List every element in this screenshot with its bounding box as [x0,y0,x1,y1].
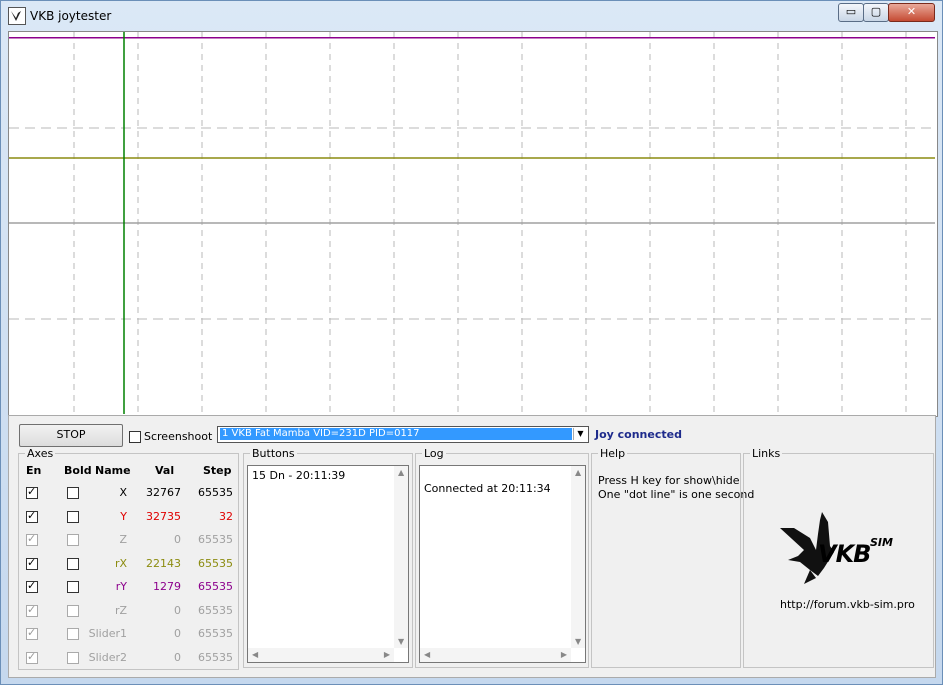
axis-step: 65535 [198,486,233,499]
axis-value: 0 [174,650,181,664]
axis-name: Z [119,533,127,546]
axis-bold-checkbox[interactable] [67,557,79,570]
axis-name: rX [114,556,127,570]
connection-status: Joy connected [595,428,682,441]
scroll-right-icon[interactable]: ▶ [561,650,567,659]
axis-bold-checkbox[interactable] [67,534,79,546]
device-select[interactable]: 1 VKB Fat Mamba VID=231D PID=0117 ▼ [217,426,589,443]
axis-enable-checkbox[interactable] [26,485,38,499]
axes-header-name: Name [95,464,131,477]
axis-enable-checkbox[interactable] [26,556,38,570]
axis-enable-checkbox[interactable] [26,650,38,664]
buttons-listbox[interactable]: 15 Dn - 20:11:39 ▲ ▼ ◀ ▶ [247,465,409,663]
scroll-left-icon[interactable]: ◀ [424,650,430,659]
axis-name: Y [120,509,127,523]
client-area: STOP Screenshoot 1 VKB Fat Mamba VID=231… [8,31,938,678]
log-vertical-scrollbar[interactable]: ▲ ▼ [571,466,585,648]
axis-bold-checkbox[interactable] [67,510,79,523]
vkb-sim-logo[interactable]: VKB SIM [774,512,904,590]
minimize-icon: ▭ [845,5,857,18]
log-group-title: Log [422,447,446,460]
scroll-right-icon[interactable]: ▶ [384,650,390,659]
axis-name: rY [115,580,127,593]
axis-step: 65535 [198,556,233,570]
close-button[interactable]: ✕ [888,3,935,22]
axis-step: 65535 [198,603,233,617]
log-horizontal-scrollbar[interactable]: ◀ ▶ [420,648,571,662]
app-window: VKB joytester ▭ ▢ ✕ STOP Screenshoot 1 V… [0,0,943,685]
buttons-list-item: 15 Dn - 20:11:39 [252,469,346,482]
minimize-button[interactable]: ▭ [838,3,864,22]
stop-button[interactable]: STOP [19,424,123,447]
axis-bold-checkbox[interactable] [67,651,79,664]
logo-sim-text: SIM [870,536,893,549]
axis-enable-checkbox[interactable] [26,626,38,640]
scroll-up-icon[interactable]: ▲ [398,468,404,477]
control-panel: STOP Screenshoot 1 VKB Fat Mamba VID=231… [8,415,936,678]
axis-value: 32735 [146,509,181,523]
axis-value: 22143 [146,556,181,570]
device-selected-value: 1 VKB Fat Mamba VID=231D PID=0117 [220,428,572,440]
axis-name: rZ [114,603,127,617]
log-list-item: Connected at 20:11:34 [424,482,551,495]
links-group: Links VKB SIM http://forum.vkb-sim.pro [743,447,934,668]
help-line-1: Press H key for show\hide [598,474,740,487]
buttons-group-title: Buttons [250,447,297,460]
app-logo-icon [8,7,26,25]
log-group: Log Connected at 20:11:34 ▲ ▼ ◀ ▶ [415,447,589,668]
axes-header-val: Val [155,464,175,477]
buttons-vertical-scrollbar[interactable]: ▲ ▼ [394,466,408,648]
maximize-button[interactable]: ▢ [863,3,889,22]
axis-name: Slider2 [88,650,127,664]
axes-header-bold: Bold [64,464,92,477]
axes-header-step: Step [203,464,232,477]
axis-name: Slider1 [88,627,127,640]
axes-group-title: Axes [25,447,56,460]
buttons-group: Buttons 15 Dn - 20:11:39 ▲ ▼ ◀ ▶ [243,447,413,668]
axes-header-en: En [26,464,42,477]
logo-vkb-text: VKB [818,540,871,568]
screenshoot-label: Screenshoot [144,430,213,443]
axis-step: 65535 [198,580,233,593]
axes-group: Axes En Bold Name Val Step X 32767 65535 Y 3… [18,447,239,670]
axis-value: 32767 [146,486,181,499]
axis-value: 0 [174,627,181,640]
links-group-title: Links [750,447,783,460]
scroll-down-icon[interactable]: ▼ [575,637,581,646]
axis-bold-checkbox[interactable] [67,581,79,593]
title-bar[interactable]: VKB joytester ▭ ▢ ✕ [1,1,942,31]
buttons-horizontal-scrollbar[interactable]: ◀ ▶ [248,648,394,662]
axis-bold-checkbox[interactable] [67,628,79,640]
axis-name: X [119,486,127,499]
axis-enable-checkbox[interactable] [26,532,38,546]
axis-bold-checkbox[interactable] [67,487,79,499]
graph-canvas [9,32,935,414]
maximize-icon: ▢ [870,5,882,18]
help-line-2: One "dot line" is one second [598,488,755,501]
scroll-up-icon[interactable]: ▲ [575,468,581,477]
axis-value: 0 [174,603,181,617]
axis-value: 0 [174,533,181,546]
forum-link[interactable]: http://forum.vkb-sim.pro [780,598,915,611]
axis-step: 65535 [198,627,233,640]
log-listbox[interactable]: Connected at 20:11:34 ▲ ▼ ◀ ▶ [419,465,586,663]
axis-enable-checkbox[interactable] [26,603,38,617]
scroll-down-icon[interactable]: ▼ [398,637,404,646]
window-title: VKB joytester [30,9,112,23]
axis-enable-checkbox[interactable] [26,509,38,523]
axis-bold-checkbox[interactable] [67,604,79,617]
axis-enable-checkbox[interactable] [26,579,38,593]
axis-step: 65535 [198,650,233,664]
help-group-title: Help [598,447,628,460]
screenshoot-checkbox[interactable] [129,431,141,443]
axis-value: 1279 [153,580,181,593]
close-icon: ✕ [906,5,917,18]
axis-step: 65535 [198,533,233,546]
chevron-down-icon[interactable]: ▼ [573,428,587,440]
axis-step: 32 [219,509,233,523]
help-group: Help Press H key for show\hide One "dot … [591,447,754,668]
scroll-left-icon[interactable]: ◀ [252,650,258,659]
axis-graph [8,31,938,417]
